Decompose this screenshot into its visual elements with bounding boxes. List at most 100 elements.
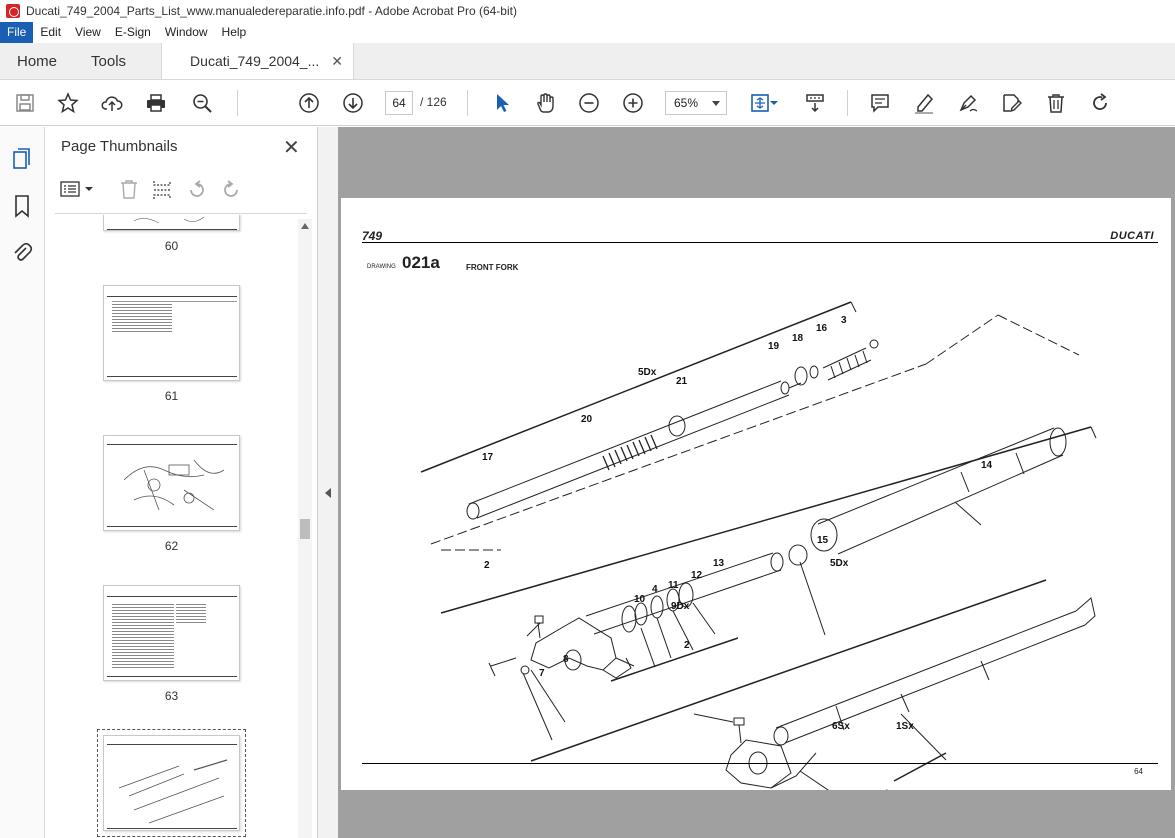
callout-4: 4 <box>652 584 658 595</box>
star-icon[interactable] <box>56 91 80 115</box>
trash-icon[interactable] <box>1044 91 1068 115</box>
menu-edit[interactable]: Edit <box>33 22 68 43</box>
zoom-level-select[interactable]: 65% <box>665 91 727 115</box>
callout-11: 11 <box>668 580 679 591</box>
tab-document[interactable]: Ducati_749_2004_... ✕ <box>161 43 354 79</box>
acrobat-logo-icon <box>6 4 20 18</box>
navigation-rail <box>0 127 45 838</box>
callout-15: 15 <box>817 535 829 546</box>
menu-view[interactable]: View <box>68 22 108 43</box>
callout-3: 3 <box>841 315 847 326</box>
menu-help[interactable]: Help <box>215 22 254 43</box>
scrollbar-thumb[interactable] <box>300 519 310 539</box>
zoom-search-icon[interactable] <box>190 91 214 115</box>
callout-1sx: 1Sx <box>896 721 914 732</box>
edit-text-icon[interactable] <box>1000 91 1024 115</box>
attachment-icon[interactable] <box>11 240 33 264</box>
zoom-in-icon[interactable] <box>621 91 645 115</box>
toolbar-separator <box>847 90 848 116</box>
zoom-level-value: 65% <box>674 96 699 110</box>
callout-16: 16 <box>816 323 828 334</box>
callout-20: 20 <box>581 414 593 425</box>
thumbnails-toolbar <box>59 177 309 203</box>
prev-page-icon[interactable] <box>297 91 321 115</box>
pdf-page-number: 64 <box>1134 767 1143 776</box>
thumbnails-panel-title: Page Thumbnails <box>61 138 178 155</box>
callout-2-lower: 2 <box>684 640 690 651</box>
thumbnails-scrollbar[interactable] <box>298 219 312 838</box>
menu-esign[interactable]: E-Sign <box>108 22 158 43</box>
window-title: Ducati_749_2004_Parts_List_www.manualede… <box>26 4 517 18</box>
bookmark-icon[interactable] <box>11 194 33 218</box>
save-icon[interactable] <box>13 91 37 115</box>
delete-pages-icon[interactable] <box>121 180 137 199</box>
callout-21: 21 <box>676 376 688 387</box>
toolbar-separator <box>237 90 238 116</box>
hand-tool-icon[interactable] <box>533 91 557 115</box>
comment-icon[interactable] <box>868 91 892 115</box>
page-number-input[interactable]: 64 <box>385 91 413 115</box>
select-pointer-icon[interactable] <box>490 91 514 115</box>
thumbnail-page-61[interactable] <box>103 285 240 381</box>
draw-pen-icon[interactable] <box>956 91 980 115</box>
toolbar: 64 / 126 65% <box>0 80 1175 126</box>
menu-bar: File Edit View E-Sign Window Help <box>0 22 1175 43</box>
panel-collapse-handle[interactable] <box>318 127 338 838</box>
document-viewport[interactable]: 749 DUCATI DRAWING 021a FRONT FORK 3 16 … <box>338 127 1175 838</box>
upload-icon[interactable] <box>100 91 124 115</box>
exploded-fork-drawing: 3 16 18 19 5Dx 21 20 17 14 15 5Dx 2 13 1… <box>420 301 1097 790</box>
tab-tools[interactable]: Tools <box>74 43 143 79</box>
toolbar-separator <box>467 90 468 116</box>
fit-page-dropdown-icon[interactable] <box>768 91 780 115</box>
thumbnail-options-icon[interactable] <box>60 181 93 197</box>
collapse-arrow-icon <box>325 488 331 498</box>
thumbnail-page-60[interactable] <box>103 215 240 231</box>
tab-home[interactable]: Home <box>0 43 74 79</box>
callout-17: 17 <box>482 452 494 463</box>
thumbnail-page-62[interactable] <box>103 435 240 531</box>
highlight-pen-icon[interactable] <box>912 91 936 115</box>
thumbnail-page-number: 61 <box>164 389 179 403</box>
callout-8: 8 <box>563 654 569 665</box>
thumbnail-page-number: 63 <box>164 689 179 703</box>
callout-6sx: 6Sx <box>832 721 850 732</box>
tab-bar: Home Tools Ducati_749_2004_... ✕ <box>0 43 1175 80</box>
menu-window[interactable]: Window <box>158 22 215 43</box>
rotate-left-icon[interactable] <box>190 180 204 197</box>
callout-7: 7 <box>539 668 545 679</box>
thumbnail-page-number: 60 <box>164 239 179 253</box>
panel-divider <box>55 213 307 214</box>
scroll-mode-icon[interactable] <box>803 91 827 115</box>
pdf-page: 749 DUCATI DRAWING 021a FRONT FORK 3 16 … <box>341 198 1171 790</box>
page-total: / 126 <box>420 95 447 109</box>
tab-document-label: Ducati_749_2004_... <box>190 53 320 69</box>
print-icon[interactable] <box>144 91 168 115</box>
thumbnail-page-64[interactable] <box>97 729 246 837</box>
callout-5dx-lower: 5Dx <box>830 558 849 569</box>
scroll-up-icon[interactable] <box>301 223 309 229</box>
thumbnail-page-63[interactable] <box>103 585 240 681</box>
callout-13: 13 <box>713 558 725 569</box>
close-tab-icon[interactable]: ✕ <box>331 53 343 70</box>
callout-18: 18 <box>792 333 804 344</box>
close-panel-icon[interactable]: ✕ <box>283 135 300 160</box>
title-bar: Ducati_749_2004_Parts_List_www.manualede… <box>0 0 1175 22</box>
callout-2-upper: 2 <box>484 560 490 571</box>
insert-pages-icon[interactable] <box>153 181 171 199</box>
rotate-icon[interactable] <box>1088 91 1112 115</box>
callout-9dx: 9Dx <box>671 601 690 612</box>
menu-file[interactable]: File <box>0 22 34 43</box>
thumbnail-list: 60 61 62 63 <box>45 215 300 838</box>
next-page-icon[interactable] <box>341 91 365 115</box>
page-thumbnails-icon[interactable] <box>11 147 33 171</box>
callout-14: 14 <box>981 460 993 471</box>
callout-12: 12 <box>691 570 703 581</box>
callout-5dx-upper: 5Dx <box>638 367 657 378</box>
callout-10: 10 <box>634 594 646 605</box>
footer-rule <box>362 763 1158 764</box>
callout-19: 19 <box>768 341 780 352</box>
thumbnails-panel: Page Thumbnails ✕ 60 61 62 63 <box>45 127 318 838</box>
rotate-right-icon[interactable] <box>224 180 238 197</box>
thumbnail-page-number: 62 <box>164 539 179 553</box>
zoom-out-icon[interactable] <box>577 91 601 115</box>
